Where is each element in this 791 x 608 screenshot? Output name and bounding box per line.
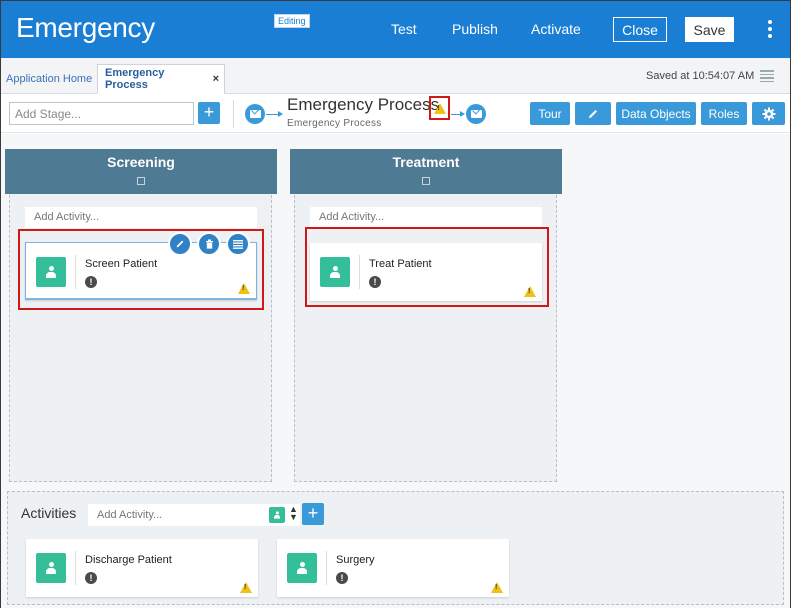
collapse-icon[interactable]	[422, 177, 430, 185]
add-stage-button[interactable]: +	[198, 102, 220, 124]
tab-label: Emergency Process	[105, 67, 165, 91]
tour-button[interactable]: Tour	[530, 102, 570, 125]
human-task-icon	[36, 553, 66, 583]
add-activity-input-screening[interactable]: Add Activity...	[25, 207, 257, 228]
add-activity-button[interactable]: +	[302, 503, 324, 525]
editing-badge: Editing	[274, 14, 310, 28]
add-stage-input[interactable]: Add Stage...	[9, 102, 194, 125]
list-icon	[233, 239, 243, 249]
activate-link[interactable]: Activate	[531, 21, 581, 37]
delete-activity-button[interactable]	[197, 232, 221, 256]
process-warning-highlight[interactable]	[429, 96, 450, 120]
settings-button[interactable]	[752, 102, 785, 125]
warning-icon[interactable]	[240, 582, 252, 593]
process-toolbar: Add Stage... + Emergency Process Emergen…	[1, 95, 790, 133]
stage-title: Treatment	[392, 154, 460, 170]
separator	[75, 551, 76, 585]
collapse-icon[interactable]	[137, 177, 145, 185]
gear-icon	[762, 107, 775, 120]
edit-activity-button[interactable]	[168, 232, 192, 256]
roles-button[interactable]: Roles	[701, 102, 747, 125]
toolbar-divider	[233, 100, 234, 128]
activity-properties-button[interactable]	[226, 232, 250, 256]
tab-bar: Application Home Emergency Process × Sav…	[1, 58, 790, 94]
activity-name: Discharge Patient	[85, 554, 172, 566]
add-activity-input-treatment[interactable]: Add Activity...	[310, 207, 542, 228]
activity-name: Surgery	[336, 554, 375, 566]
activities-pane: Activities Add Activity... ▲ ▼ + Discharg…	[7, 491, 784, 605]
more-menu-icon[interactable]	[766, 20, 774, 38]
activity-type-icon[interactable]	[269, 507, 285, 523]
pencil-icon	[589, 109, 597, 118]
list-icon[interactable]	[760, 70, 774, 82]
arrow-head	[460, 111, 465, 117]
stage-header-screening[interactable]: Screening	[5, 149, 277, 194]
activity-card-discharge-patient[interactable]: Discharge Patient !	[26, 539, 258, 597]
end-mail-icon[interactable]	[466, 104, 486, 124]
activity-card-surgery[interactable]: Surgery !	[277, 539, 509, 597]
separator	[326, 551, 327, 585]
test-link[interactable]: Test	[391, 21, 417, 37]
tab-application-home[interactable]: Application Home	[1, 64, 97, 94]
warning-icon[interactable]	[491, 582, 503, 593]
activity-type-stepper[interactable]: ▲ ▼	[289, 505, 298, 522]
app-header: Emergency Editing Test Publish Activate …	[1, 1, 790, 58]
selection-highlight	[305, 227, 549, 307]
trash-icon	[205, 239, 213, 249]
warning-icon[interactable]	[433, 102, 446, 114]
info-icon[interactable]: !	[336, 572, 348, 584]
human-task-icon	[287, 553, 317, 583]
saved-status: Saved at 10:54:07 AM	[646, 70, 755, 82]
start-mail-icon[interactable]	[245, 104, 265, 124]
tab-emergency-process[interactable]: Emergency Process ×	[97, 64, 225, 94]
process-subtitle: Emergency Process	[287, 118, 382, 129]
edit-button[interactable]	[575, 102, 611, 125]
save-button[interactable]: Save	[685, 17, 734, 42]
activities-title: Activities	[21, 505, 77, 521]
process-title: Emergency Process	[287, 95, 440, 114]
arrow-head	[278, 111, 283, 117]
stage-header-treatment[interactable]: Treatment	[290, 149, 562, 194]
info-icon[interactable]: !	[85, 572, 97, 584]
app-title: Emergency	[16, 12, 155, 43]
publish-link[interactable]: Publish	[452, 21, 498, 37]
pencil-icon	[176, 240, 184, 248]
close-button[interactable]: Close	[613, 17, 667, 42]
close-tab-icon[interactable]: ×	[213, 73, 219, 85]
stage-title: Screening	[107, 154, 175, 170]
data-objects-button[interactable]: Data Objects	[616, 102, 696, 125]
